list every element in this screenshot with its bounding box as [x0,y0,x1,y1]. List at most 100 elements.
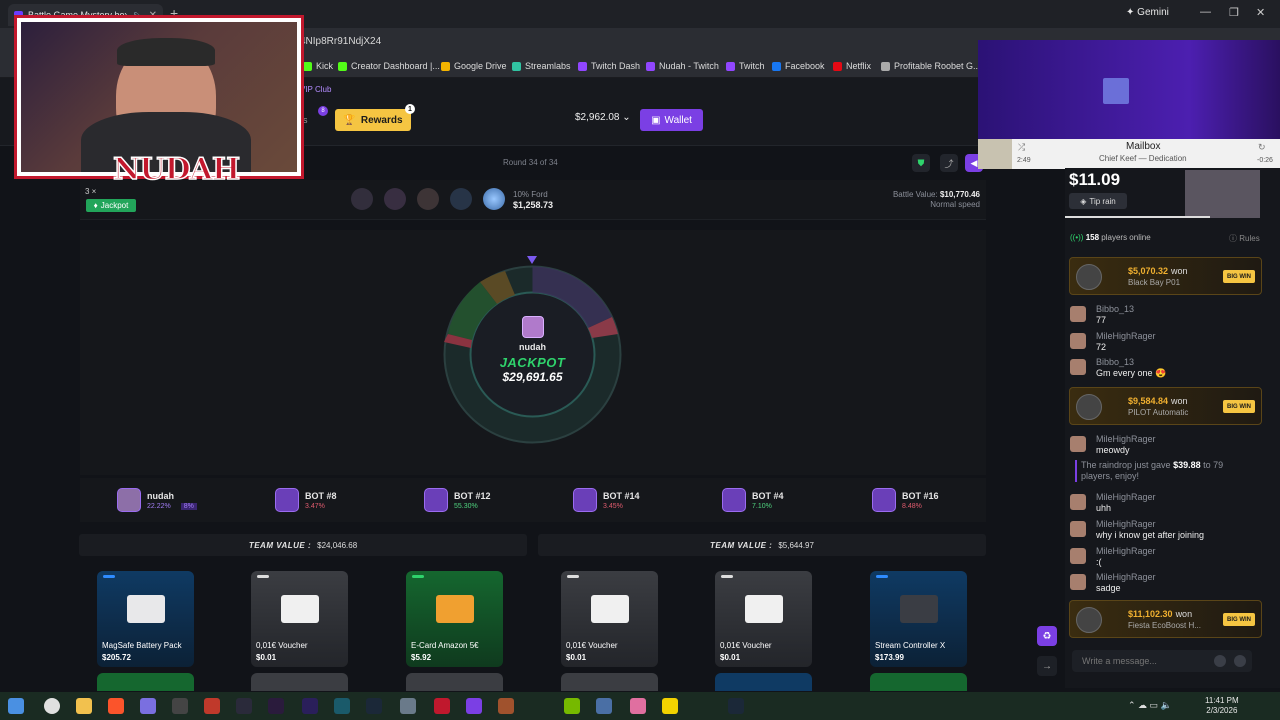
item-price: $0.01 [256,653,277,662]
bookmark-item[interactable]: Netflix [833,61,871,71]
balance-dropdown[interactable]: $2,962.08 ⌄ [575,112,631,123]
chat-text: Gm every one 😍 [1096,368,1167,378]
rewards-button[interactable]: 🏆 Rewards 1 [335,104,415,131]
chat-avatar[interactable] [1070,574,1086,590]
win-amount: $5,070.32 won [1128,266,1188,276]
item-card[interactable]: Stream Controller X $173.99 [870,571,967,667]
win-word: won [1175,609,1193,619]
item-price: $205.72 [102,653,131,662]
app-icon[interactable] [400,698,416,714]
windows-start-icon[interactable] [8,698,24,714]
balance-value: $2,962.08 [575,112,620,123]
bookmark-item[interactable]: Creator Dashboard |... [338,61,440,71]
bookmark-item[interactable]: Profitable Roobet G... [881,61,981,71]
player-slot[interactable]: BOT #14 3.45% [573,485,640,515]
app-icon[interactable] [630,698,646,714]
rain-toggle-icon[interactable]: ♻ [1037,626,1057,646]
chat-avatar[interactable] [1070,548,1086,564]
bookmark-item[interactable]: Streamlabs [512,61,571,71]
player-slot[interactable]: nudah 22.22% 8% [117,485,197,515]
chat-avatar[interactable] [1070,359,1086,375]
item-card-partial [870,673,967,691]
chat-avatar[interactable] [1070,306,1086,322]
item-image [127,595,165,623]
url-text[interactable]: 4NIp8Rr91NdjX24 [300,36,381,47]
chat-username[interactable]: MileHighRager [1096,492,1156,502]
item-image [591,595,629,623]
chat-avatar[interactable] [1070,436,1086,452]
app-icon[interactable] [434,698,450,714]
vip-club-link[interactable]: VIP Club [300,85,331,94]
app-icon[interactable] [498,698,514,714]
chat-username[interactable]: MileHighRager [1096,572,1156,582]
maximize-icon[interactable]: ❐ [1229,6,1239,19]
more-options-icon[interactable] [1234,655,1246,667]
battle-value-amount: $10,770.46 [939,190,980,199]
item-card[interactable]: MagSafe Battery Pack $205.72 [97,571,194,667]
bookmark-item[interactable]: Google Drive [441,61,507,71]
repeat-icon[interactable]: ↻ [1258,142,1266,153]
item-price: $0.01 [566,653,587,662]
bookmark-label: Facebook [785,61,825,71]
player-slot[interactable]: BOT #8 3.47% [275,485,337,515]
chat-username[interactable]: Bibbo_13 [1096,304,1134,314]
app-icon[interactable] [334,698,350,714]
steam-icon[interactable] [366,698,382,714]
chat-username[interactable]: MileHighRager [1096,519,1156,529]
chat-avatar[interactable] [1070,494,1086,510]
shuffle-icon[interactable]: ⤮ [1018,142,1025,153]
brave-icon[interactable] [108,698,124,714]
rarity-tag [567,575,579,578]
minimize-icon[interactable]: — [1200,6,1211,18]
obs-icon[interactable] [172,698,188,714]
steam-icon[interactable] [728,698,744,714]
chat-username[interactable]: MileHighRager [1096,434,1156,444]
app-icon[interactable] [268,698,284,714]
chat-avatar[interactable] [1070,333,1086,349]
collapse-chat-icon[interactable]: → [1037,656,1057,676]
item-card[interactable]: 0,01€ Voucher $0.01 [715,571,812,667]
item-card[interactable]: 0,01€ Voucher $0.01 [251,571,348,667]
big-win-card: $5,070.32 won Black Bay P01 BIG WIN [1069,257,1262,295]
item-card[interactable]: 0,01€ Voucher $0.01 [561,571,658,667]
app-icon[interactable] [662,698,678,714]
wallet-button[interactable]: ▣ Wallet [640,109,703,131]
bookmark-item[interactable]: Twitch [726,61,765,71]
chrome-icon[interactable] [44,698,60,714]
chat-avatar[interactable] [1070,521,1086,537]
bookmark-item[interactable]: Kick [303,61,333,71]
chevron-down-icon: ⌄ [622,112,631,123]
player-slot[interactable]: BOT #12 55.30% [424,485,491,515]
shield-icon[interactable]: ⛊ [912,154,930,172]
file-explorer-icon[interactable] [76,698,92,714]
close-window-icon[interactable]: ✕ [1256,6,1265,19]
premiere-icon[interactable] [302,698,318,714]
chat-username[interactable]: MileHighRager [1096,546,1156,556]
player-slot[interactable]: BOT #4 7.10% [722,485,784,515]
bookmark-item[interactable]: Twitch Dash [578,61,640,71]
item-card[interactable]: E-Card Amazon 5€ $5.92 [406,571,503,667]
gemini-button[interactable]: ✦ Gemini [1126,7,1169,18]
info-icon: ⓘ [1229,234,1237,243]
chat-username[interactable]: Bibbo_13 [1096,357,1134,367]
emoji-icon[interactable] [1214,655,1226,667]
chat-username[interactable]: MileHighRager [1096,331,1156,341]
app-icon[interactable] [466,698,482,714]
bookmark-item[interactable]: Nudah - Twitch [646,61,719,71]
share-icon[interactable]: ⤴ [940,154,958,172]
bookmark-item[interactable]: Facebook [772,61,825,71]
tip-rain-button[interactable]: ◈ Tip rain [1069,193,1127,209]
nvidia-icon[interactable] [564,698,580,714]
chat-input[interactable] [1072,650,1202,672]
odds-value: $1,258.73 [513,200,554,210]
bookmark-label: Profitable Roobet G... [894,61,981,71]
system-tray-icons[interactable]: ⌃ ☁ ▭ 🔈 [1128,700,1172,711]
rules-link[interactable]: ⓘ Rules [1229,233,1260,244]
app-icon[interactable] [204,698,220,714]
system-clock[interactable]: 11:41 PM 2/3/2026 [1205,696,1239,716]
bookmark-favicon-icon [881,61,890,71]
player-slot[interactable]: BOT #16 8.48% [872,485,939,515]
discord-icon[interactable] [140,698,156,714]
calculator-icon[interactable] [596,698,612,714]
app-icon[interactable] [236,698,252,714]
